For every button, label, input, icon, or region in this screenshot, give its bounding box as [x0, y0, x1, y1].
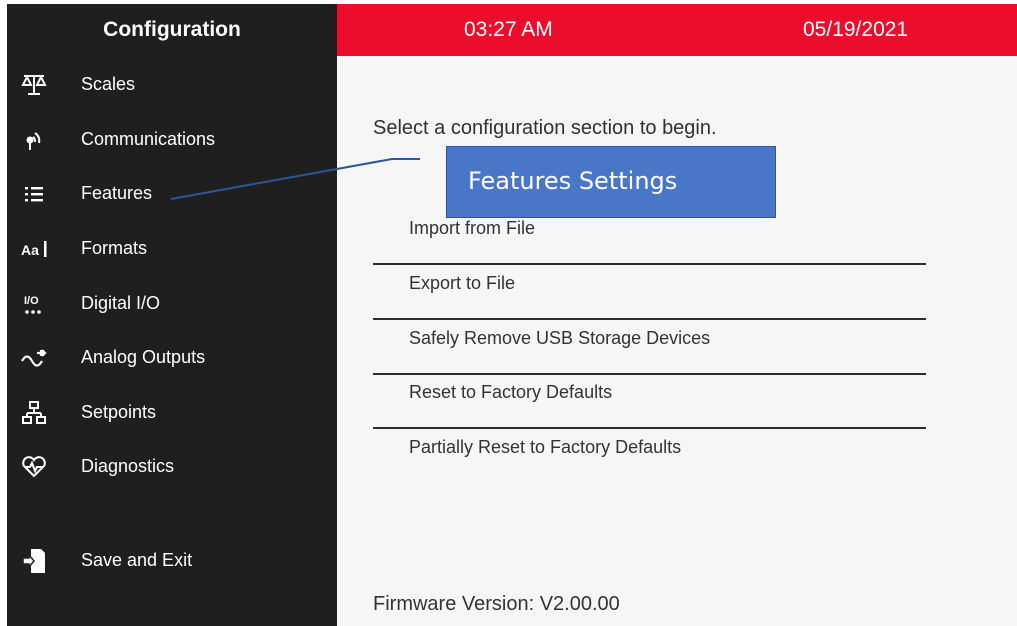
safely-remove-usb-button[interactable]: Safely Remove USB Storage Devices — [373, 318, 926, 375]
sidebar-item-communications[interactable]: Communications — [7, 117, 337, 163]
clock-time: 03:27 AM — [464, 18, 553, 41]
sidebar-item-label: Formats — [81, 238, 148, 258]
scale-icon — [19, 70, 49, 100]
callout-text: Features Settings — [468, 167, 678, 195]
svg-text:Aa: Aa — [21, 242, 39, 258]
instruction-text: Select a configuration section to begin. — [373, 117, 717, 139]
menu-item-label: Safely Remove USB Storage Devices — [409, 328, 711, 348]
menu-item-label: Partially Reset to Factory Defaults — [409, 437, 682, 457]
menu-item-label: Export to File — [409, 273, 516, 293]
current-date: 05/19/2021 — [803, 18, 909, 41]
sidebar-item-formats[interactable]: Aa Formats — [7, 226, 337, 272]
heartbeat-icon — [19, 452, 49, 482]
sidebar-item-label: Save and Exit — [81, 550, 193, 570]
io-icon: I/O — [19, 289, 49, 319]
header-bar: 03:27 AM 05/19/2021 — [337, 4, 1017, 56]
main-panel: Select a configuration section to begin.… — [337, 56, 1017, 626]
hierarchy-icon — [19, 398, 49, 428]
sidebar-item-label: Communications — [81, 129, 216, 149]
sidebar-item-save-and-exit[interactable]: Save and Exit — [7, 538, 337, 584]
sidebar-item-scales[interactable]: Scales — [7, 62, 337, 108]
sidebar: Configuration Scales Communications Feat… — [7, 4, 337, 626]
antenna-icon — [19, 125, 49, 155]
sidebar-item-digital-io[interactable]: I/O Digital I/O — [7, 281, 337, 327]
menu-item-label: Reset to Factory Defaults — [409, 382, 613, 402]
sidebar-item-label: Features — [81, 183, 153, 203]
sidebar-item-label: Scales — [81, 74, 136, 94]
callout-box: Features Settings — [446, 146, 776, 218]
sidebar-item-setpoints[interactable]: Setpoints — [7, 390, 337, 436]
sidebar-title: Configuration — [103, 18, 241, 41]
sidebar-item-label: Diagnostics — [81, 456, 175, 476]
text-format-icon: Aa — [19, 234, 49, 264]
sidebar-item-label: Analog Outputs — [81, 347, 206, 367]
sidebar-item-diagnostics[interactable]: Diagnostics — [7, 444, 337, 490]
svg-text:I/O: I/O — [24, 295, 39, 307]
export-to-file-button[interactable]: Export to File — [373, 263, 926, 320]
firmware-version: Firmware Version: V2.00.00 — [373, 593, 620, 615]
exit-door-icon — [19, 546, 49, 576]
list-icon — [19, 179, 49, 209]
sidebar-item-label: Setpoints — [81, 402, 157, 422]
sidebar-item-features[interactable]: Features — [7, 171, 337, 217]
partial-reset-factory-defaults-button[interactable]: Partially Reset to Factory Defaults — [373, 427, 926, 482]
analog-output-icon — [19, 343, 49, 373]
sidebar-item-analog-outputs[interactable]: Analog Outputs — [7, 335, 337, 381]
menu-item-label: Import from File — [409, 218, 536, 238]
reset-factory-defaults-button[interactable]: Reset to Factory Defaults — [373, 372, 926, 429]
sidebar-item-label: Digital I/O — [81, 293, 161, 313]
